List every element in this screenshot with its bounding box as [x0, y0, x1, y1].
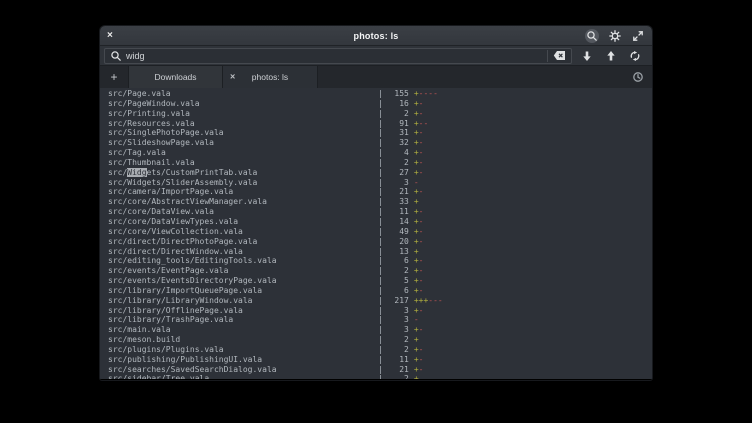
terminal-row: src/library/LibraryWindow.vala|217+++--- [100, 296, 652, 306]
fullscreen-expand-icon [632, 30, 644, 42]
restore-tabs-history-icon [632, 71, 644, 83]
tab-label: photos: ls [252, 72, 288, 82]
headerbar: × photos: ls [100, 26, 652, 46]
terminal-row: src/publishing/PublishingUI.vala|11+- [100, 355, 652, 365]
find-next-button[interactable] [580, 49, 594, 63]
find-next-icon [581, 50, 593, 62]
find-previous-button[interactable] [604, 49, 618, 63]
settings-button[interactable] [608, 29, 622, 43]
terminal-row: src/SlideshowPage.vala|32+- [100, 138, 652, 148]
terminal-row: src/core/DataViewTypes.vala|14+- [100, 217, 652, 227]
tab-photos-ls[interactable]: × photos: ls [223, 66, 318, 88]
terminal-row: src/Widgets/CustomPrintTab.vala|27+- [100, 168, 652, 178]
terminal-row: src/library/OfflinePage.vala|3+- [100, 306, 652, 316]
settings-gear-icon [609, 30, 621, 42]
terminal-row: src/searches/SavedSearchDialog.vala|21+- [100, 365, 652, 375]
terminal-row: src/Printing.vala|2+- [100, 109, 652, 119]
fullscreen-button[interactable] [631, 29, 645, 43]
terminal-row: src/direct/DirectPhotoPage.vala|20+- [100, 237, 652, 247]
new-tab-button[interactable]: + [100, 66, 128, 88]
tabbar-spacer [318, 66, 632, 88]
terminal-row: src/core/DataView.vala|11+- [100, 207, 652, 217]
terminal-window: × photos: ls [100, 26, 652, 380]
find-previous-icon [605, 50, 617, 62]
terminal-row: src/editing_tools/EditingTools.vala|6+- [100, 256, 652, 266]
cyclic-search-button[interactable] [628, 49, 642, 63]
tab-close-button[interactable]: × [230, 73, 235, 82]
terminal-row: src/events/EventPage.vala|2+- [100, 266, 652, 276]
search-toggle-button[interactable] [585, 29, 599, 43]
terminal-row: src/PageWindow.vala|16+- [100, 99, 652, 109]
search-bar [100, 46, 652, 66]
terminal-output[interactable]: src/Page.vala|155+---- src/PageWindow.va… [100, 88, 652, 379]
tab-bar: + Downloads × photos: ls [100, 66, 652, 88]
clear-search-button[interactable] [552, 49, 566, 63]
terminal-row: src/Page.vala|155+---- [100, 89, 652, 99]
terminal-row: src/events/EventsDirectoryPage.vala|5+- [100, 276, 652, 286]
terminal-row: src/Tag.vala|4+- [100, 148, 652, 158]
cyclic-search-icon [629, 50, 641, 62]
terminal-row: src/core/AbstractViewManager.vala|33+ [100, 197, 652, 207]
search-icon [586, 30, 598, 42]
terminal-row: src/core/ViewCollection.vala|49+- [100, 227, 652, 237]
terminal-row: src/Resources.vala|91+-- [100, 119, 652, 129]
terminal-row: src/plugins/Plugins.vala|2+- [100, 345, 652, 355]
search-icon [110, 50, 122, 62]
terminal-row: src/main.vala|3+- [100, 325, 652, 335]
clear-backspace-icon [553, 50, 566, 61]
restore-tabs-button[interactable] [632, 71, 644, 83]
terminal-row: src/Widgets/SliderAssembly.vala|3- [100, 178, 652, 188]
terminal-row: src/library/TrashPage.vala|3- [100, 315, 652, 325]
search-input[interactable] [126, 51, 543, 61]
window-close-button[interactable]: × [107, 31, 113, 41]
terminal-row: src/sidebar/Tree.vala|2+ [100, 374, 652, 379]
tab-downloads[interactable]: Downloads [128, 66, 223, 88]
search-entry[interactable] [104, 48, 572, 64]
terminal-row: src/camera/ImportPage.vala|21+- [100, 187, 652, 197]
terminal-row: src/library/ImportQueuePage.vala|6+- [100, 286, 652, 296]
terminal-row: src/direct/DirectWindow.vala|13+ [100, 247, 652, 257]
terminal-row: src/Thumbnail.vala|2+- [100, 158, 652, 168]
terminal-row: src/SinglePhotoPage.vala|31+- [100, 128, 652, 138]
tab-label: Downloads [154, 72, 196, 82]
window-title: photos: ls [100, 31, 652, 41]
entry-separator [547, 50, 548, 62]
terminal-row: src/meson.build|2+ [100, 335, 652, 345]
